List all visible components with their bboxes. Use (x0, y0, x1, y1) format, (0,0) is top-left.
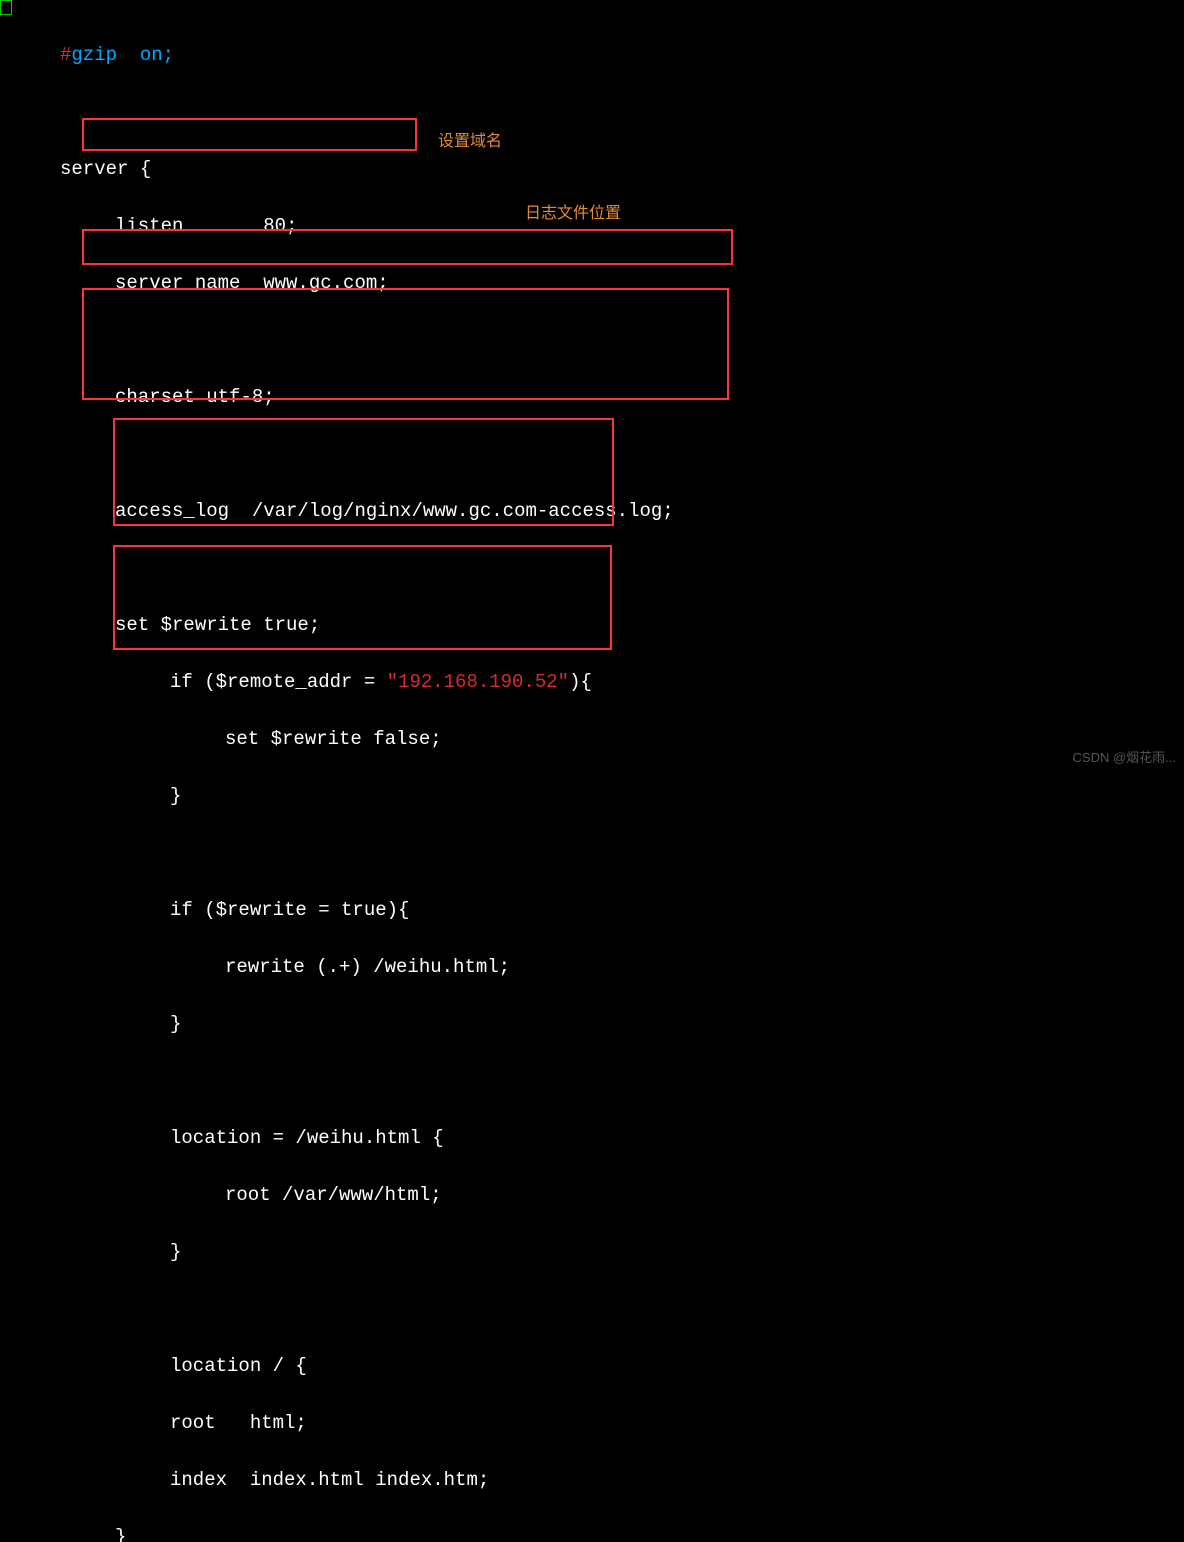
cursor-marker (0, 0, 12, 15)
code-line-root-www: root /var/www/html; (0, 1181, 1184, 1210)
code-line-accesslog: access_log /var/log/nginx/www.gc.com-acc… (0, 497, 1184, 526)
code-line-setfalse: set $rewrite false; (0, 725, 1184, 754)
code-line-if-remote: if ($remote_addr = "192.168.190.52"){ (0, 668, 1184, 697)
nginx-config-code: #gzip on; server { listen 80; server_nam… (0, 0, 1184, 1542)
code-line-location-weihu: location = /weihu.html { (0, 1124, 1184, 1153)
code-line-brace3: } (0, 1238, 1184, 1267)
annotation-domain: 设置域名 (438, 130, 502, 154)
code-line-servername: server_name www.gc.com; (0, 269, 1184, 298)
code-line-location-root: location / { (0, 1352, 1184, 1381)
code-line-setrewrite: set $rewrite true; (0, 611, 1184, 640)
code-line-brace2: } (0, 1010, 1184, 1039)
code-line-server: server { (0, 155, 1184, 184)
code-line-charset: charset utf-8; (0, 383, 1184, 412)
hash-char: # (60, 44, 71, 66)
code-line-rewrite-rule: rewrite (.+) /weihu.html; (0, 953, 1184, 982)
annotation-log: 日志文件位置 (525, 202, 621, 226)
gzip-comment: gzip on; (71, 44, 174, 66)
code-line-index: index index.html index.htm; (0, 1466, 1184, 1495)
code-line-brace1: } (0, 782, 1184, 811)
code-line-root-html: root html; (0, 1409, 1184, 1438)
ip-string: "192.168.190.52" (387, 671, 569, 693)
csdn-watermark: CSDN @烟花雨... (1073, 748, 1176, 768)
code-line-if-rewrite: if ($rewrite = true){ (0, 896, 1184, 925)
code-line-brace4: } (0, 1523, 1184, 1542)
code-line-gzip: #gzip on; (0, 41, 1184, 70)
